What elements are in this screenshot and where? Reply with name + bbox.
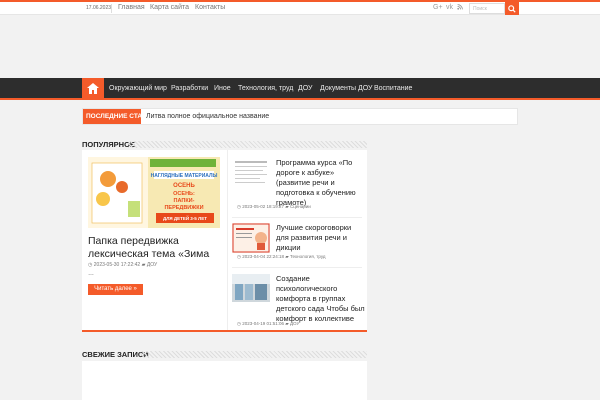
search-icon <box>508 5 516 13</box>
top-divider <box>111 4 112 13</box>
header-area <box>0 15 600 78</box>
folder-icon: ▰ <box>285 321 289 326</box>
post-meta: ◷ 2023-04-19 01:51:06 ▰ ДОУ <box>237 321 299 327</box>
current-date: 17.06.2023 <box>86 5 112 11</box>
image-caption-top: НАГЛЯДНЫЕ МАТЕРИАЛЫ <box>151 173 218 179</box>
home-button[interactable] <box>82 78 104 100</box>
folder-icon: ▰ <box>141 262 146 268</box>
google-plus-icon[interactable]: G+ <box>433 4 443 11</box>
section-title-stripe <box>128 141 367 148</box>
post-date: 2023-05-02 18:19:27 <box>242 204 284 209</box>
nav-item-dokumenty-dou[interactable]: Документы ДОУ <box>320 85 373 92</box>
list-item: Создание психологического комфорта в гру… <box>232 274 366 324</box>
post-thumbnail[interactable] <box>232 274 270 302</box>
nav-item-okruzhayushchiy-mir[interactable]: Окружающий мир <box>109 85 167 92</box>
featured-post-meta: ◷ 2023-05-30 17:22:42 ▰ ДОУ <box>88 262 157 268</box>
search-button[interactable] <box>505 2 519 15</box>
post-date: 2023-04-04 22:24:18 <box>242 254 284 259</box>
featured-post-image[interactable]: НАГЛЯДНЫЕ МАТЕРИАЛЫ ОСЕНЬ ОСЕНЬ: ПАПКИ- … <box>88 157 220 228</box>
post-date: 2023-04-19 01:51:06 <box>242 321 284 326</box>
featured-post-date: 2023-05-30 17:22:42 <box>93 262 141 268</box>
featured-post-category[interactable]: ДОУ <box>147 262 157 268</box>
home-icon <box>87 83 99 94</box>
image-caption-season: ОСЕНЬ <box>173 183 195 189</box>
nav-item-vospitanie[interactable]: Воспитание <box>374 85 412 92</box>
nav-link-home[interactable]: Главная <box>118 4 145 11</box>
fresh-section-title: СВЕЖИЕ ЗАПИСИ <box>82 350 149 359</box>
breaking-news-bar: ПОСЛЕДНИЕ СТАТЬИ Литва полное официально… <box>82 108 518 125</box>
post-meta: ◷ 2023-04-04 22:24:18 ▰ Технология, труд <box>237 254 326 260</box>
image-caption-age: ДЛЯ ДЕТЕЙ 3-5 ЛЕТ <box>163 214 207 221</box>
search-input[interactable]: Поиск <box>469 3 505 14</box>
main-nav: Окружающий мир Разработки Иное Технологи… <box>0 78 600 100</box>
clock-icon: ◷ <box>237 204 241 209</box>
top-bar: 17.06.2023 Главная Карта сайта Контакты … <box>0 0 600 15</box>
featured-post-excerpt: … <box>88 271 94 277</box>
folder-icon: ▰ <box>285 254 289 259</box>
item-divider <box>232 267 362 268</box>
clock-icon: ◷ <box>88 262 93 268</box>
popular-block: НАГЛЯДНЫЕ МАТЕРИАЛЫ ОСЕНЬ ОСЕНЬ: ПАПКИ- … <box>82 150 367 332</box>
clock-icon: ◷ <box>237 321 241 326</box>
post-meta: ◷ 2023-05-02 18:19:27 ▰ Сценарии <box>237 204 311 210</box>
fresh-posts-block <box>82 361 367 400</box>
vk-icon[interactable]: vk <box>446 4 453 11</box>
folder-icon: ▰ <box>285 204 289 209</box>
nav-item-inoe[interactable]: Иное <box>214 85 231 92</box>
column-divider <box>227 150 228 330</box>
nav-item-razrabotki[interactable]: Разработки <box>171 85 208 92</box>
popular-section-title: ПОПУЛЯРНОЕ <box>82 140 135 149</box>
image-caption-line-1: ОСЕНЬ: <box>173 191 195 197</box>
rss-icon[interactable] <box>457 4 463 12</box>
post-category[interactable]: Технология, труд <box>290 254 326 259</box>
clock-icon: ◷ <box>237 254 241 259</box>
post-title[interactable]: Программа курса «По дороге к азбуке» (ра… <box>276 158 366 208</box>
nav-item-dou[interactable]: ДОУ <box>298 85 312 92</box>
post-thumbnail[interactable] <box>232 158 270 188</box>
nav-link-contacts[interactable]: Контакты <box>195 4 225 11</box>
post-title[interactable]: Создание психологического комфорта в гру… <box>276 274 366 324</box>
item-divider <box>232 217 362 218</box>
featured-post-title[interactable]: Папка передвижка лексическая тема «Зима <box>88 235 223 261</box>
post-category[interactable]: ДОУ <box>290 321 299 326</box>
breaking-news-link[interactable]: Литва полное официальное название <box>146 113 269 120</box>
section-title-stripe <box>140 351 367 358</box>
post-title[interactable]: Лучшие скороговорки для развития речи и … <box>276 223 366 253</box>
breaking-news-label: ПОСЛЕДНИЕ СТАТЬИ <box>83 109 155 124</box>
post-category[interactable]: Сценарии <box>290 204 311 209</box>
post-thumbnail[interactable] <box>232 223 270 253</box>
nav-item-tekhnologiya[interactable]: Технология, труд <box>238 85 293 92</box>
list-item: Программа курса «По дороге к азбуке» (ра… <box>232 158 364 208</box>
image-caption-line-3: ПЕРЕДВИЖКИ <box>164 205 203 211</box>
image-caption-line-2: ПАПКИ- <box>174 198 195 204</box>
read-more-button[interactable]: Читать далее » <box>88 284 143 295</box>
nav-link-sitemap[interactable]: Карта сайта <box>150 4 189 11</box>
